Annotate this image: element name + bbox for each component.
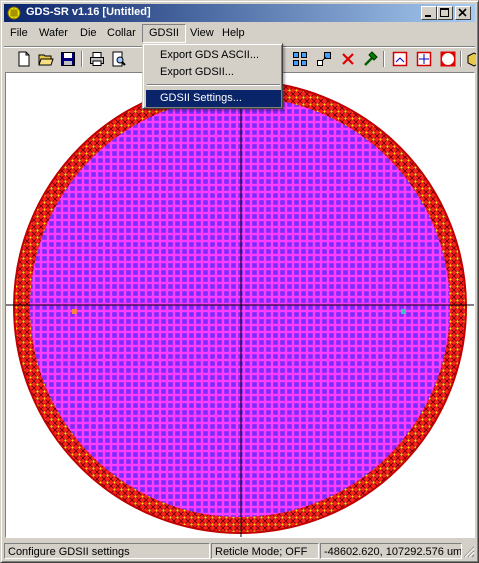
app-window: GDS-SR v1.16 [Untitled] File Wafer Die C…: [0, 0, 479, 563]
hammer-button[interactable]: [360, 50, 380, 68]
menu-separator: [147, 84, 280, 86]
wafer-canvas[interactable]: [5, 72, 475, 538]
toolbar-separator: [81, 51, 83, 67]
reticle-icon: [392, 51, 408, 67]
export-gds-ascii-item[interactable]: Export GDS ASCII...: [146, 47, 281, 64]
minimize-button[interactable]: [421, 6, 437, 20]
save-icon: [61, 52, 75, 66]
move-center-button[interactable]: [414, 50, 434, 68]
print-preview-icon: [112, 51, 126, 67]
delete-icon: [342, 53, 354, 65]
package-icon: [467, 52, 476, 67]
open-button[interactable]: [36, 50, 56, 68]
resize-icon: [317, 52, 331, 66]
wafer-map[interactable]: [6, 73, 474, 537]
gdsii-settings-item[interactable]: GDSII Settings...: [146, 90, 281, 107]
menu-wafer[interactable]: Wafer: [33, 24, 74, 43]
grid-icon: [293, 52, 307, 66]
new-file-icon: [18, 51, 30, 67]
status-bar: Configure GDSII settings Reticle Mode; O…: [4, 542, 476, 560]
reticle-button[interactable]: [390, 50, 410, 68]
hammer-icon: [364, 51, 378, 66]
print-icon: [90, 52, 104, 66]
alignment-marker-right: [401, 309, 406, 314]
menu-collar[interactable]: Collar: [101, 24, 142, 43]
menu-help[interactable]: Help: [216, 24, 251, 43]
menu-view[interactable]: View: [184, 24, 220, 43]
menu-bar: File Wafer Die Collar GDSII View Help: [4, 24, 475, 43]
minimize-icon: [425, 15, 431, 17]
menu-file[interactable]: File: [4, 24, 34, 43]
new-button[interactable]: [14, 50, 34, 68]
grid-button[interactable]: [290, 50, 310, 68]
window-title: GDS-SR v1.16 [Untitled]: [26, 6, 151, 18]
close-button[interactable]: [455, 6, 471, 20]
gdsii-menu-dropdown: Export GDS ASCII... Export GDSII... GDSI…: [142, 43, 283, 109]
resize-button[interactable]: [314, 50, 334, 68]
print-button[interactable]: [87, 50, 107, 68]
move-center-icon: [416, 51, 432, 67]
cursor-coordinates: -48602.620, 107292.576 um: [320, 543, 462, 559]
menu-die[interactable]: Die: [74, 24, 103, 43]
maximize-icon: [440, 8, 449, 17]
menu-gdsii[interactable]: GDSII: [142, 24, 186, 43]
app-logo-icon: [7, 6, 21, 20]
wafer-die-grid: [30, 97, 450, 517]
maximize-button[interactable]: [437, 6, 453, 20]
reticle-mode-status: Reticle Mode; OFF: [211, 543, 319, 559]
circle-icon: [440, 51, 456, 67]
toolbar-separator: [383, 51, 385, 67]
open-folder-icon: [38, 54, 54, 66]
export-gdsii-item[interactable]: Export GDSII...: [146, 64, 281, 81]
toolbar-separator: [460, 51, 462, 67]
resize-grip-icon[interactable]: [463, 546, 475, 558]
print-preview-button[interactable]: [109, 50, 129, 68]
save-button[interactable]: [58, 50, 78, 68]
close-icon: [458, 8, 467, 17]
delete-button[interactable]: [338, 50, 358, 68]
alignment-marker-left: [72, 309, 77, 314]
status-message: Configure GDSII settings: [4, 543, 210, 559]
title-bar[interactable]: GDS-SR v1.16 [Untitled]: [4, 4, 475, 22]
package-button[interactable]: [464, 50, 476, 68]
circle-button[interactable]: [438, 50, 458, 68]
